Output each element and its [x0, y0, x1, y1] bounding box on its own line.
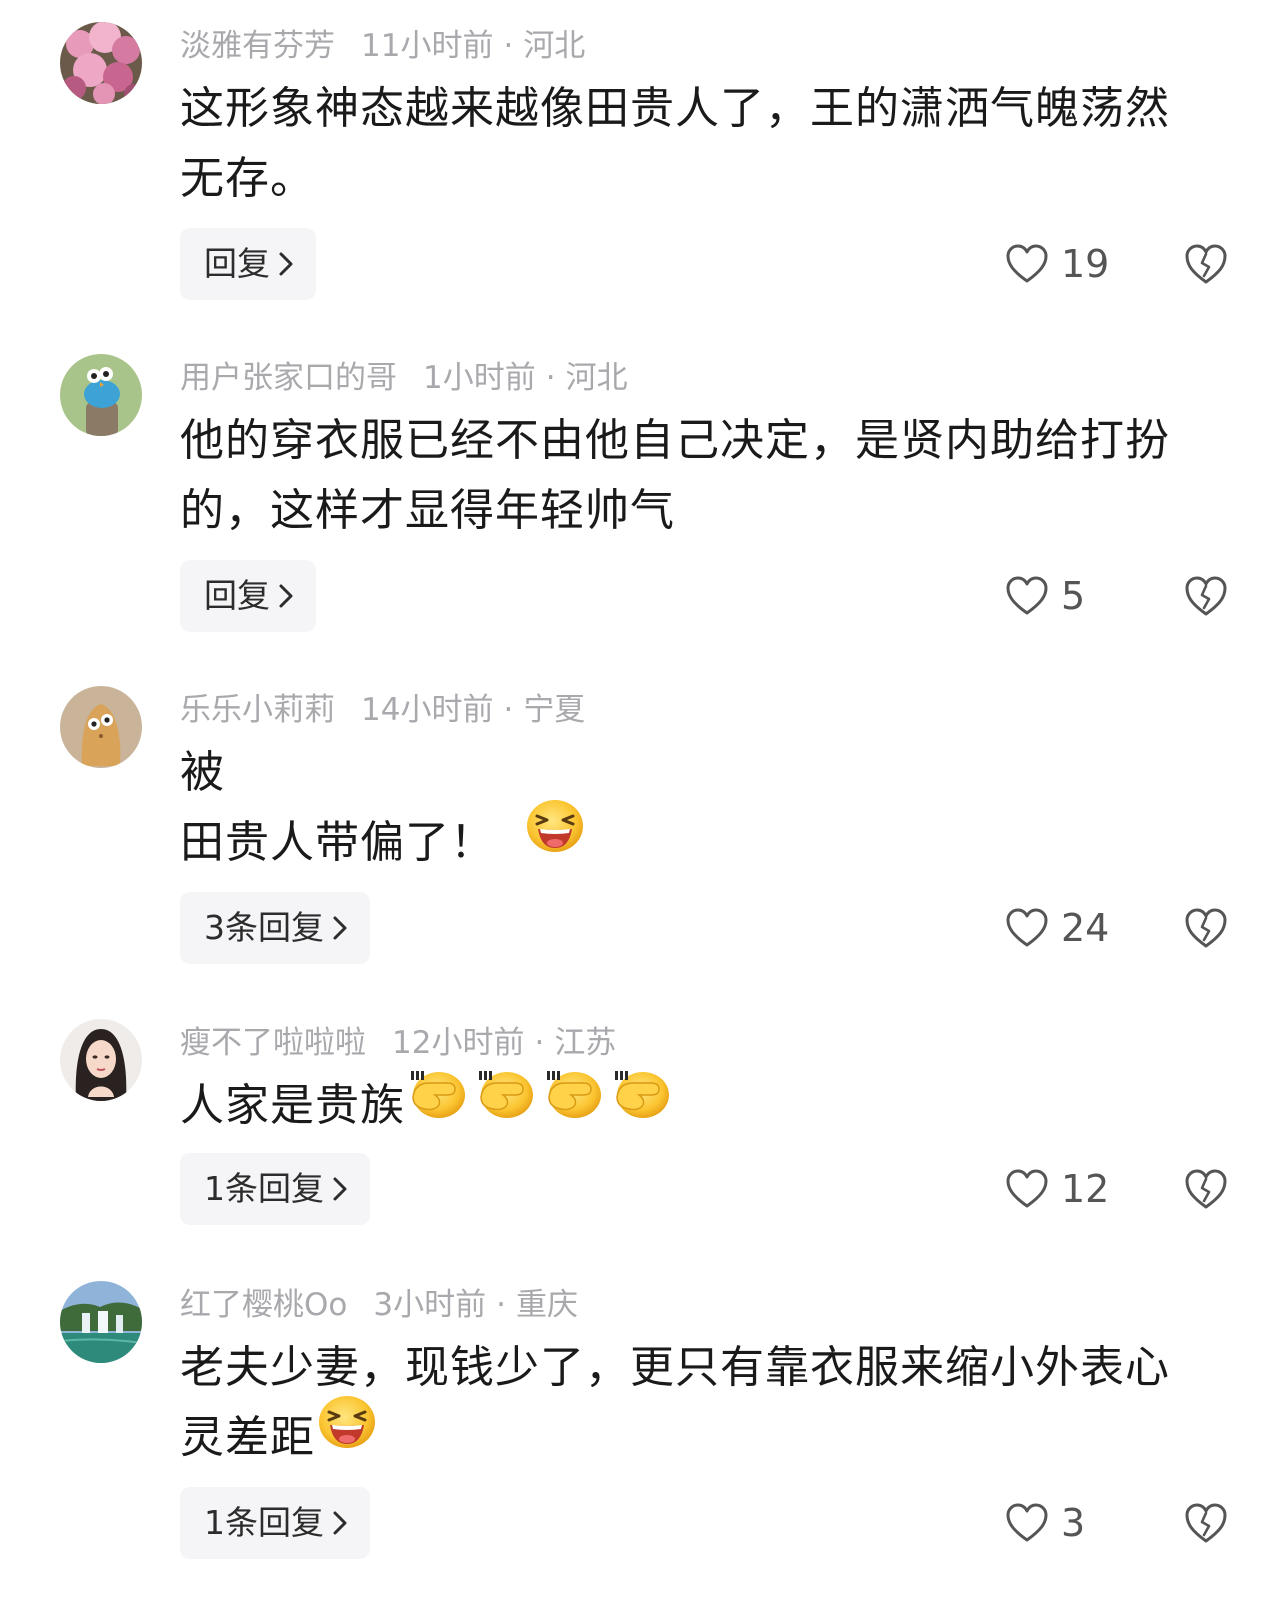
- laughing-emoji: [525, 798, 585, 875]
- comment-time: 14小时前: [361, 692, 494, 728]
- username[interactable]: 用户张家口的哥: [180, 360, 397, 396]
- username[interactable]: 淡雅有芬芳: [180, 28, 335, 64]
- separator: ·: [503, 28, 514, 64]
- separator: ·: [545, 360, 556, 396]
- heart-outline-icon: [1006, 244, 1048, 282]
- avatar[interactable]: [60, 22, 142, 104]
- comment-text: 老夫少妻，现钱少了，更只有靠衣服来缩小外表心 灵差距: [180, 1333, 1230, 1473]
- comment-location: 宁夏: [523, 692, 586, 728]
- reply-button[interactable]: 1条回复: [180, 1153, 370, 1225]
- cartoon-bird-avatar: [60, 354, 142, 436]
- facepalm-emoji: [541, 1067, 603, 1140]
- reply-button[interactable]: 回复: [180, 560, 316, 632]
- like-count: 3: [1061, 1501, 1086, 1545]
- pink-flower-avatar: [60, 22, 142, 104]
- avatar[interactable]: [60, 1019, 142, 1101]
- comment-time: 11小时前: [361, 28, 494, 64]
- woman-portrait-avatar: [60, 1019, 142, 1101]
- dislike-button[interactable]: [1183, 906, 1229, 952]
- comment-meta: 用户张家口的哥 1小时前 · 河北: [180, 358, 628, 398]
- chevron-right-icon: [332, 1155, 348, 1227]
- like-count: 19: [1061, 242, 1110, 286]
- reply-label: 回复: [204, 576, 270, 615]
- like-button[interactable]: 3: [1005, 1487, 1085, 1559]
- laughing-emoji: [317, 1394, 377, 1471]
- broken-heart-icon: [1185, 1503, 1227, 1543]
- heart-outline-icon: [1006, 908, 1048, 946]
- separator: ·: [496, 1287, 506, 1323]
- dislike-button[interactable]: [1183, 1167, 1229, 1213]
- comment-text-content: 人家是贵族: [180, 1080, 405, 1131]
- reply-button[interactable]: 回复: [180, 228, 316, 300]
- separator: ·: [534, 1025, 545, 1061]
- comment-location: 河北: [565, 360, 628, 396]
- comment-text-content: 被 田贵人带偏了！: [180, 747, 495, 868]
- like-button[interactable]: 5: [1005, 560, 1085, 632]
- comment-text: 被 田贵人带偏了！: [180, 738, 1230, 878]
- reply-button[interactable]: 1条回复: [180, 1487, 370, 1559]
- username[interactable]: 红了樱桃Oo: [180, 1287, 347, 1323]
- comment-meta: 红了樱桃Oo 3小时前 · 重庆: [180, 1285, 578, 1325]
- comment-location: 重庆: [515, 1287, 578, 1323]
- avatar[interactable]: [60, 354, 142, 436]
- waterfall-landscape-avatar: [60, 1281, 142, 1363]
- like-button[interactable]: 12: [1005, 1153, 1109, 1225]
- heart-outline-icon: [1006, 576, 1048, 614]
- comment-location: 江苏: [554, 1025, 617, 1061]
- reply-button[interactable]: 3条回复: [180, 892, 370, 964]
- comment-meta: 瘦不了啦啦啦 12小时前 · 江苏: [180, 1023, 616, 1063]
- broken-heart-icon: [1185, 244, 1227, 284]
- heart-outline-icon: [1006, 1503, 1048, 1541]
- like-count: 12: [1061, 1167, 1110, 1211]
- broken-heart-icon: [1185, 908, 1227, 948]
- dislike-button[interactable]: [1183, 574, 1229, 620]
- chevron-right-icon: [278, 230, 294, 302]
- like-button[interactable]: 19: [1005, 228, 1109, 300]
- comment-text: 他的穿衣服已经不由他自己决定，是贤内助给打扮 的，这样才显得年轻帅气: [180, 415, 1170, 536]
- comment-text: 人家是贵族: [180, 1070, 1230, 1141]
- facepalm-emoji: [609, 1067, 671, 1140]
- reply-label: 1条回复: [204, 1169, 324, 1208]
- username[interactable]: 瘦不了啦啦啦: [180, 1025, 366, 1061]
- heart-outline-icon: [1006, 1169, 1048, 1207]
- like-button[interactable]: 24: [1005, 892, 1109, 964]
- comment-time: 12小时前: [392, 1025, 525, 1061]
- cartoon-potato-avatar: [60, 686, 142, 768]
- dislike-button[interactable]: [1183, 1501, 1229, 1547]
- comment-location: 河北: [523, 28, 586, 64]
- separator: ·: [503, 692, 514, 728]
- chevron-right-icon: [332, 1489, 348, 1561]
- avatar[interactable]: [60, 1281, 142, 1363]
- broken-heart-icon: [1185, 576, 1227, 616]
- like-count: 24: [1061, 906, 1110, 950]
- broken-heart-icon: [1185, 1169, 1227, 1209]
- dislike-button[interactable]: [1183, 242, 1229, 288]
- chevron-right-icon: [332, 894, 348, 966]
- comment-meta: 淡雅有芬芳 11小时前 · 河北: [180, 26, 585, 66]
- comment-meta: 乐乐小莉莉 14小时前 · 宁夏: [180, 690, 585, 730]
- facepalm-emoji: [405, 1067, 467, 1140]
- comment-text: 这形象神态越来越像田贵人了，王的潇洒气魄荡然 无存。: [180, 83, 1170, 204]
- username[interactable]: 乐乐小莉莉: [180, 692, 335, 728]
- reply-label: 1条回复: [204, 1503, 324, 1542]
- reply-label: 回复: [204, 244, 270, 283]
- chevron-right-icon: [278, 562, 294, 634]
- like-count: 5: [1061, 574, 1086, 618]
- avatar[interactable]: [60, 686, 142, 768]
- facepalm-emoji: [473, 1067, 535, 1140]
- comment-time: 3小时前: [373, 1287, 487, 1323]
- reply-label: 3条回复: [204, 908, 324, 947]
- comment-time: 1小时前: [423, 360, 536, 396]
